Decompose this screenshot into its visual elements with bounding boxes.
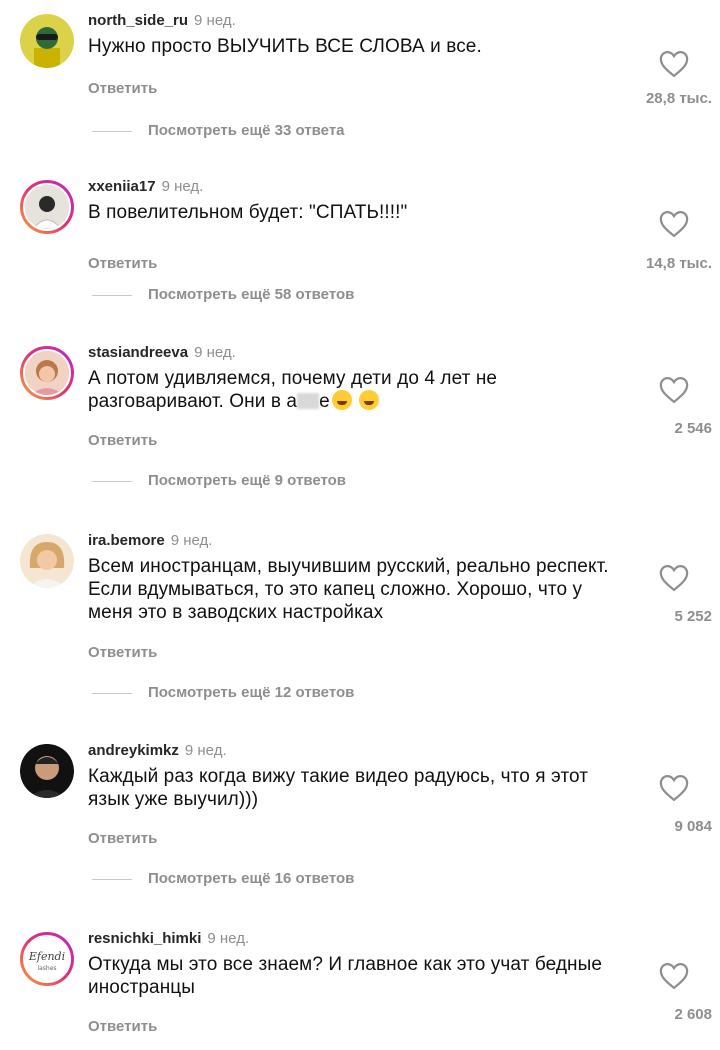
avatar-image: [20, 744, 74, 798]
comment-text: Откуда мы это все знаем? И главное как э…: [88, 954, 603, 998]
comment-time: 9 нед.: [194, 344, 236, 361]
heart-outline-icon[interactable]: [659, 564, 689, 592]
divider: [92, 294, 132, 296]
comment-text: Каждый раз когда вижу такие видео радуюс…: [88, 766, 589, 810]
reply-button[interactable]: Ответить: [88, 644, 157, 661]
comment-text: Нужно просто ВЫУЧИТЬ ВСЕ СЛОВА и все.: [88, 36, 482, 57]
reply-button[interactable]: Ответить: [88, 80, 157, 97]
svg-text:lashes: lashes: [37, 965, 56, 972]
view-more-replies[interactable]: Посмотреть ещё 58 ответов: [88, 286, 354, 303]
divider: [92, 878, 132, 880]
like-count: 2 546: [674, 420, 712, 437]
reply-button[interactable]: Ответить: [88, 255, 157, 272]
like-count: 14,8 тыс.: [645, 255, 712, 272]
comment-time: 9 нед.: [194, 12, 236, 29]
like-count: 28,8 тыс.: [645, 90, 712, 107]
view-more-replies[interactable]: Посмотреть ещё 33 ответа: [88, 122, 345, 139]
comment-time: 9 нед.: [184, 742, 227, 759]
reply-button[interactable]: Ответить: [88, 830, 157, 847]
comment-time: 9 нед.: [170, 532, 213, 549]
comment-author[interactable]: stasiandreeva 9 нед.: [88, 344, 236, 361]
reply-button[interactable]: Ответить: [88, 1018, 157, 1035]
rolling-on-floor-laughing-emoji: [331, 390, 352, 410]
comment-author[interactable]: north_side_ru 9 нед.: [88, 12, 236, 29]
svg-text:Efendi: Efendi: [28, 950, 65, 963]
like-count: 9 084: [674, 818, 712, 835]
avatar-image: [25, 351, 69, 395]
censored-word: [297, 393, 320, 409]
avatar-image: [20, 534, 74, 588]
divider: [92, 480, 132, 482]
efendi-lashes-logo: Efendi lashes: [25, 937, 69, 981]
heart-outline-icon[interactable]: [659, 210, 689, 238]
avatar[interactable]: [20, 534, 74, 588]
comment-text: Всем иностранцам, выучившим русский, реа…: [88, 556, 609, 623]
avatar-image: [25, 185, 69, 229]
avatar[interactable]: [20, 14, 74, 68]
reply-button[interactable]: Ответить: [88, 432, 157, 449]
view-more-replies[interactable]: Посмотреть ещё 9 ответов: [88, 472, 346, 489]
heart-outline-icon[interactable]: [659, 962, 689, 990]
heart-outline-icon[interactable]: [659, 774, 689, 802]
avatar[interactable]: Efendi lashes: [20, 932, 74, 986]
comment-time: 9 нед.: [207, 930, 250, 947]
comment-author[interactable]: xxeniia17 9 нед.: [88, 178, 203, 195]
heart-outline-icon[interactable]: [659, 376, 689, 404]
avatar[interactable]: [20, 180, 74, 234]
like-count: 2 608: [674, 1006, 712, 1023]
avatar[interactable]: [20, 346, 74, 400]
heart-outline-icon[interactable]: [659, 50, 689, 78]
view-more-replies[interactable]: Посмотреть ещё 16 ответов: [88, 870, 354, 887]
view-more-replies[interactable]: Посмотреть ещё 12 ответов: [88, 684, 354, 701]
divider: [92, 692, 132, 694]
avatar-image: [20, 14, 74, 68]
comment-author[interactable]: andreykimkz 9 нед.: [88, 742, 227, 759]
comment-author[interactable]: ira.bemore 9 нед.: [88, 532, 212, 549]
comment-text: В повелительном будет: "СПАТЬ!!!!": [88, 202, 408, 223]
comment-text: А потом удивляемся, почему дети до 4 лет…: [88, 368, 498, 412]
rolling-on-floor-laughing-emoji: [359, 390, 380, 410]
divider: [92, 130, 132, 132]
like-count: 5 252: [674, 608, 712, 625]
comment-time: 9 нед.: [161, 178, 204, 195]
comment-author[interactable]: resnichki_himki 9 нед.: [88, 930, 249, 947]
avatar[interactable]: [20, 744, 74, 798]
